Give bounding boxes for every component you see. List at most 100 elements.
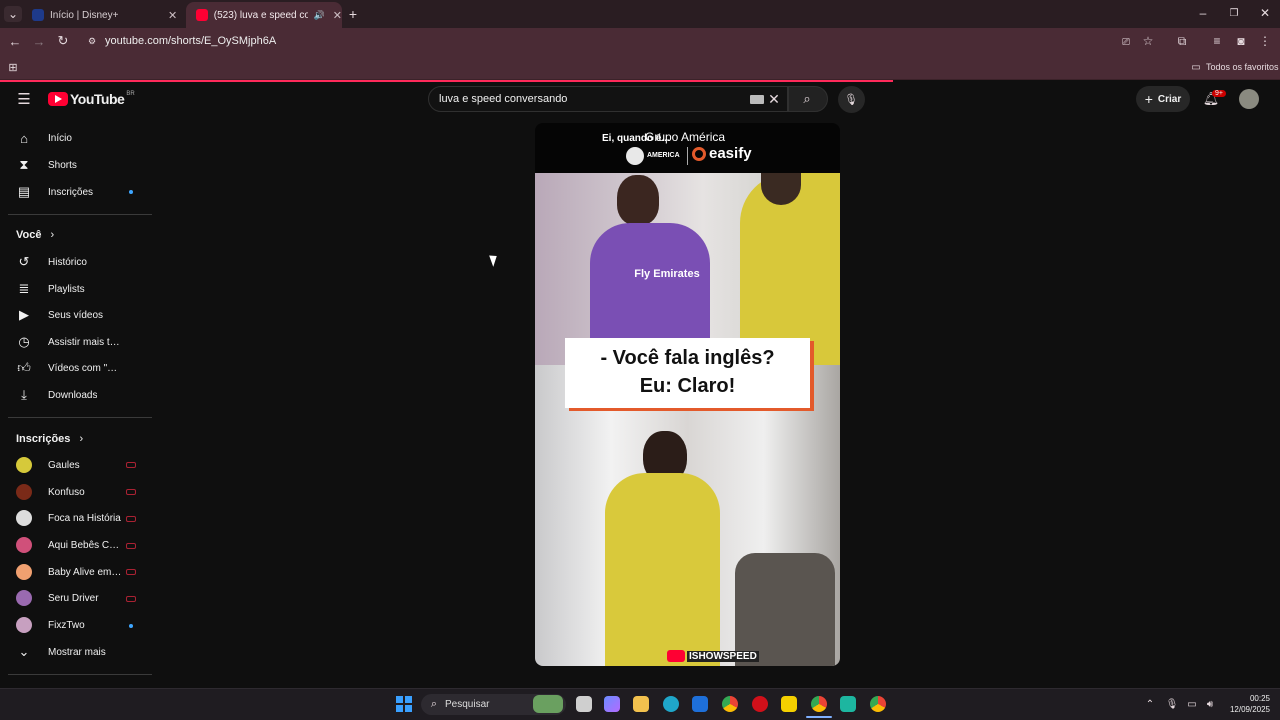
easify-logo-icon xyxy=(692,147,706,161)
close-tab-icon[interactable]: ✕ xyxy=(168,9,177,22)
video-caption-box: - Você fala inglês? Eu: Claro! xyxy=(565,338,810,408)
sidebar-divider xyxy=(8,417,152,418)
disney-favicon-icon xyxy=(32,9,44,21)
chevron-down-icon: ⌄ xyxy=(18,644,30,659)
clock-date: 12/09/2025 xyxy=(1229,705,1270,714)
sidebar-item-shorts[interactable]: ⧗ Shorts xyxy=(0,152,152,178)
sidebar-item-playlists[interactable]: ≣ Playlists xyxy=(0,276,152,302)
show-more-button[interactable]: ⌄ Mostrar mais xyxy=(0,639,152,665)
create-button[interactable]: + Criar xyxy=(1136,86,1190,112)
live-indicator-icon xyxy=(126,543,136,549)
channel-avatar xyxy=(16,510,32,526)
extensions-icon[interactable]: ⧉ xyxy=(1175,34,1189,48)
tab-search-icon[interactable]: ⌄ xyxy=(4,6,22,22)
chrome-secondary-icon[interactable] xyxy=(870,696,886,712)
account-avatar[interactable] xyxy=(1239,89,1259,109)
globe-logo-icon xyxy=(626,147,644,165)
sponsor-logo: easify xyxy=(709,145,752,162)
your-videos-icon: ▶ xyxy=(19,307,29,322)
copilot-icon[interactable] xyxy=(604,696,620,712)
notification-count-badge: 9+ xyxy=(1212,90,1226,97)
youtube-watermark-icon xyxy=(667,650,685,662)
video-overlay-text: Grupo América xyxy=(645,130,726,144)
plus-icon: + xyxy=(1144,91,1153,107)
chrome-icon[interactable] xyxy=(722,696,738,712)
install-app-icon[interactable]: ⎚ xyxy=(1119,35,1133,49)
audio-playing-icon[interactable]: 🔊 xyxy=(314,10,325,21)
minimize-icon[interactable]: – xyxy=(1196,6,1210,20)
apps-grid-icon[interactable]: ⊞ xyxy=(6,60,20,74)
youtube-logo[interactable]: YouTube BR xyxy=(48,91,135,107)
volume-icon[interactable]: 🔊︎ xyxy=(1204,698,1216,710)
person-head xyxy=(617,175,659,225)
menu-icon[interactable]: ⋮ xyxy=(1258,34,1272,48)
live-indicator-icon xyxy=(126,569,136,575)
youtube-favicon-icon xyxy=(196,9,208,21)
active-app-indicator xyxy=(806,716,832,718)
new-tab-icon[interactable]: + xyxy=(346,6,360,22)
bookmarks-bar xyxy=(0,56,1280,80)
media-control-icon[interactable]: ≡ xyxy=(1210,34,1224,48)
show-hidden-icons-icon[interactable]: ⌃ xyxy=(1144,698,1156,710)
logo-separator xyxy=(687,147,688,165)
sidebar-item-downloads[interactable]: ⤓ Downloads xyxy=(0,382,152,408)
close-tab-icon[interactable]: ✕ xyxy=(333,9,342,22)
keyboard-icon[interactable] xyxy=(750,95,764,104)
new-content-dot xyxy=(129,624,133,628)
tab-youtube[interactable]: (523) luva e speed conversa 🔊 ✕ xyxy=(186,2,342,28)
channel-avatar xyxy=(16,564,32,580)
liked-icon: 👍︎ xyxy=(17,360,31,375)
sticky-notes-icon[interactable] xyxy=(781,696,797,712)
subscriptions-section-heading[interactable]: Inscrições › xyxy=(16,433,83,445)
outlook-icon[interactable] xyxy=(692,696,708,712)
all-bookmarks-link[interactable]: Todos os favoritos xyxy=(1206,62,1279,72)
system-clock[interactable]: 00:25 12/09/2025 xyxy=(1226,693,1270,715)
jersey-text: Fly Emirates xyxy=(634,268,700,280)
sidebar-divider xyxy=(8,214,152,215)
bookmark-star-icon[interactable]: ☆ xyxy=(1141,34,1155,48)
tab-disney[interactable]: Início | Disney+ ✕ xyxy=(22,2,182,28)
sidebar-item-watch-later[interactable]: ◷ Assistir mais tarde xyxy=(0,329,152,355)
live-indicator-icon xyxy=(126,489,136,495)
page-load-progress xyxy=(0,80,893,82)
search-icon: ⌕ xyxy=(430,697,438,710)
maximize-icon[interactable]: ❐ xyxy=(1227,6,1241,20)
forward-icon[interactable]: → xyxy=(32,34,46,49)
channel-avatar xyxy=(16,537,32,553)
profile-icon[interactable]: ◙ xyxy=(1234,34,1248,48)
search-input[interactable]: luva e speed conversando xyxy=(439,93,567,105)
new-content-dot xyxy=(129,190,133,194)
reload-icon[interactable]: ↻ xyxy=(56,33,70,48)
shorts-icon: ⧗ xyxy=(19,157,29,172)
opera-icon[interactable] xyxy=(752,696,768,712)
clear-search-icon[interactable]: ✕ xyxy=(766,91,782,107)
sidebar-item-your-videos[interactable]: ▶ Seus vídeos xyxy=(0,302,152,328)
whatsapp-icon[interactable] xyxy=(840,696,856,712)
windows-start-icon[interactable] xyxy=(396,696,412,712)
microphone-tray-icon[interactable]: 🎙 xyxy=(1166,698,1179,710)
network-icon[interactable]: ▭ xyxy=(1186,698,1198,710)
you-section-heading[interactable]: Você › xyxy=(16,229,54,241)
chrome-profile-icon[interactable] xyxy=(811,696,827,712)
youtube-play-logo-icon xyxy=(48,92,68,106)
channel-watermark: ISHOWSPEED xyxy=(667,650,759,662)
close-window-icon[interactable]: ✕ xyxy=(1258,6,1272,20)
playlists-icon: ≣ xyxy=(18,281,30,296)
site-info-icon[interactable]: ⚙ xyxy=(86,35,98,47)
sidebar-item-liked-videos[interactable]: 👍︎ Vídeos com "Gostei" xyxy=(0,355,152,381)
folder-icon: ▭ xyxy=(1191,61,1201,73)
caption-line: - Você fala inglês? xyxy=(600,347,775,369)
address-bar[interactable]: youtube.com/shorts/E_OySMjph6A xyxy=(105,35,276,47)
edge-icon[interactable] xyxy=(663,696,679,712)
hamburger-menu-icon[interactable]: ☰ xyxy=(16,91,32,108)
file-explorer-icon[interactable] xyxy=(633,696,649,712)
sidebar-item-home[interactable]: ⌂ Início xyxy=(0,125,152,151)
back-icon[interactable]: ← xyxy=(8,34,22,49)
task-view-icon[interactable] xyxy=(576,696,592,712)
search-highlight-icon xyxy=(533,695,563,713)
search-icon: ⌕ xyxy=(803,91,811,106)
sidebar-item-history[interactable]: ↺ Histórico xyxy=(0,249,152,275)
chevron-right-icon: › xyxy=(79,433,84,445)
channel-avatar xyxy=(16,590,32,606)
downloads-icon: ⤓ xyxy=(21,387,27,402)
